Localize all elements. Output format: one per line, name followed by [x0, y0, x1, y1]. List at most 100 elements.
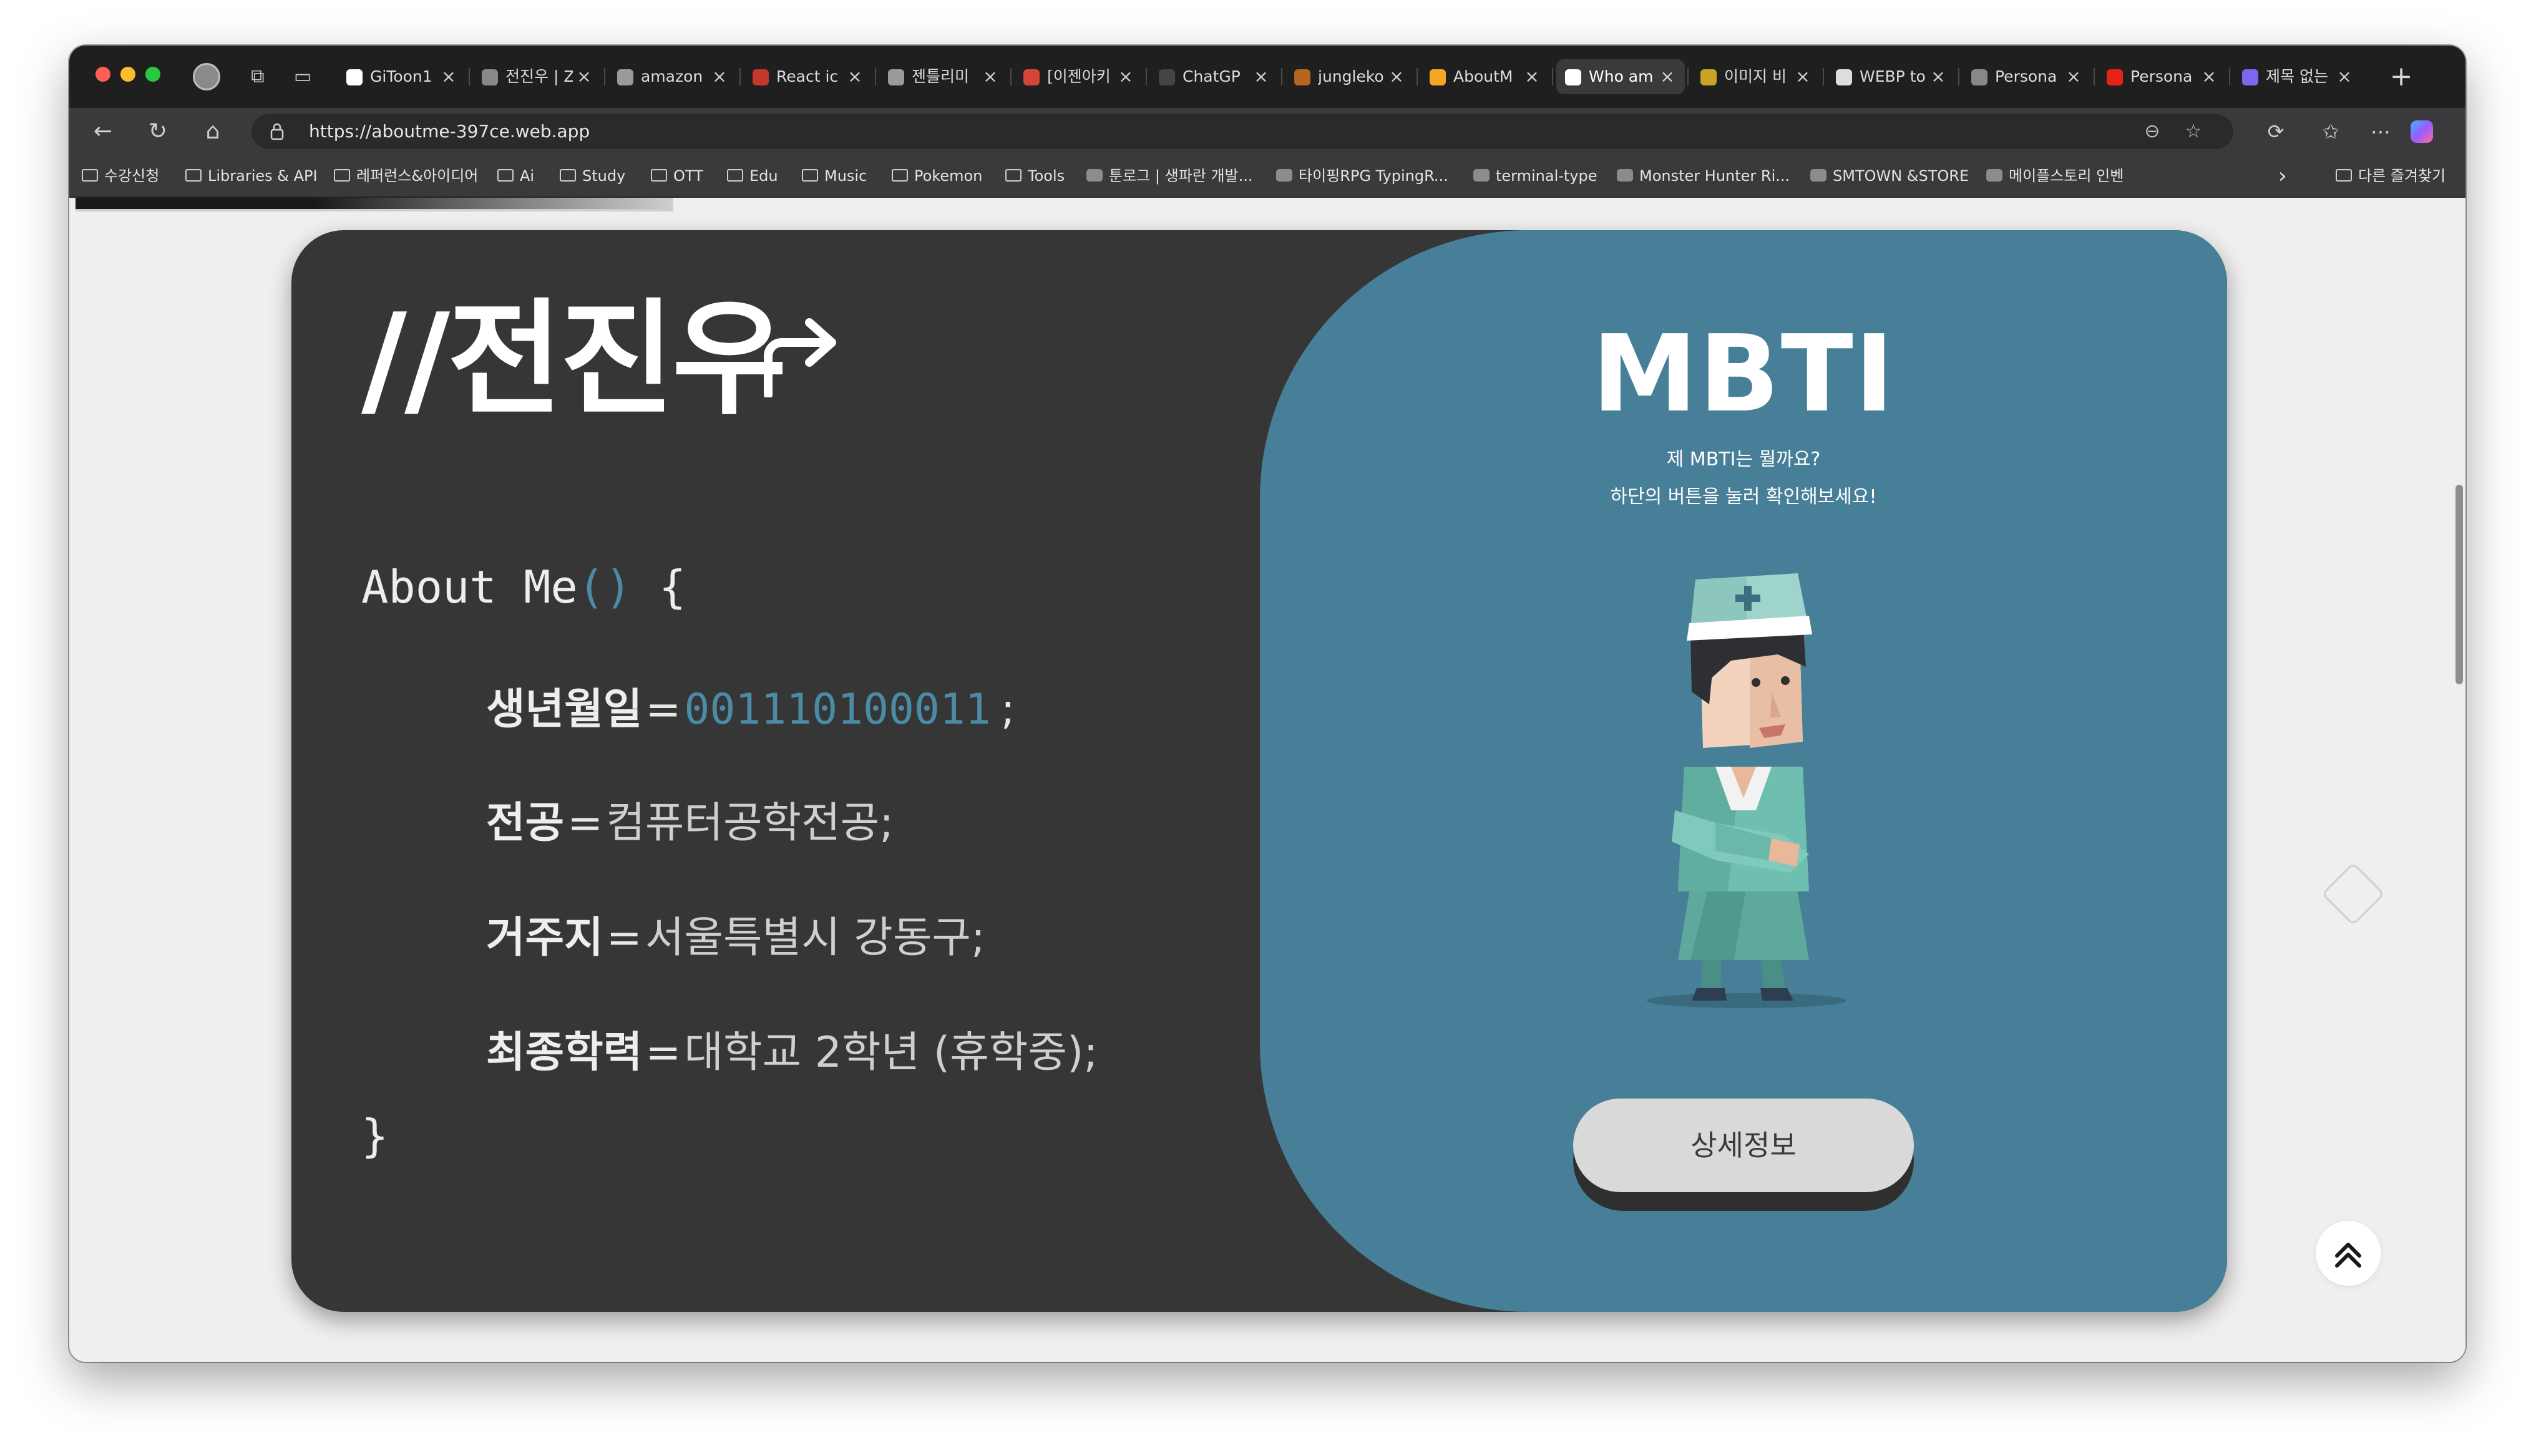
close-tab-icon[interactable]: ×	[1523, 59, 1541, 94]
bookmark-11[interactable]: 타이핑RPG TypingR...	[1276, 155, 1448, 197]
bookmark-0[interactable]: 수강신청	[82, 155, 159, 197]
close-tab-icon[interactable]: ×	[2065, 59, 2082, 94]
copilot-icon[interactable]	[2411, 120, 2433, 143]
close-tab-icon[interactable]: ×	[982, 59, 999, 94]
doc-icon	[2242, 69, 2258, 85]
scrollbar-thumb[interactable]	[2456, 485, 2463, 684]
tab-title: [이젠아키	[1047, 67, 1111, 85]
jungle-icon	[1294, 69, 1310, 85]
tab-8[interactable]: AboutM ×	[1421, 59, 1549, 94]
about-row-value: 001110100011	[684, 685, 991, 734]
about-parens: ()	[577, 561, 632, 613]
bookmark-4[interactable]: Study	[560, 155, 625, 197]
close-tab-icon[interactable]: ×	[575, 59, 593, 94]
close-tab-icon[interactable]: ×	[1929, 59, 1947, 94]
sidebar-toggle-icon[interactable]: ▭	[290, 64, 315, 89]
tab-title: AboutM	[1453, 67, 1513, 85]
folder-icon	[185, 169, 202, 182]
zoom-window-button[interactable]	[145, 67, 160, 82]
scroll-to-top-button[interactable]	[2316, 1221, 2381, 1286]
folder-icon	[82, 169, 98, 182]
vertical-scrollbar[interactable]	[2453, 198, 2465, 1362]
extensions-icon[interactable]: ⟳	[2261, 117, 2291, 147]
bookmark-1[interactable]: Libraries & API	[185, 155, 318, 197]
close-tab-icon[interactable]: ×	[1794, 59, 1812, 94]
tab-9[interactable]: Who am ×	[1556, 59, 1685, 94]
close-window-button[interactable]	[95, 67, 110, 82]
tab-5[interactable]: [이젠아키 ×	[1015, 59, 1143, 94]
about-close-brace: }	[361, 1110, 389, 1162]
bookmark-8[interactable]: Pokemon	[892, 155, 982, 197]
bookmark-15[interactable]: 메이플스토리 인벤	[1986, 155, 2124, 197]
close-tab-icon[interactable]: ×	[440, 59, 457, 94]
close-tab-icon[interactable]: ×	[711, 59, 728, 94]
url-text[interactable]: https://aboutme-397ce.web.app	[309, 114, 590, 149]
favorites-icon[interactable]: ✩	[2316, 117, 2346, 147]
tab-6[interactable]: ChatGP ×	[1150, 59, 1279, 94]
close-tab-icon[interactable]: ×	[1388, 59, 1405, 94]
top-strip	[76, 198, 673, 211]
tab-11[interactable]: WEBP to ×	[1827, 59, 1956, 94]
tab-13[interactable]: Persona ×	[2098, 59, 2226, 94]
more-icon[interactable]: ⋯	[2366, 117, 2396, 147]
tab-4[interactable]: 젠틀리미 ×	[879, 59, 1008, 94]
reader-icon[interactable]: ⊖	[2140, 119, 2165, 144]
bookmark-label: 레퍼런스&아이디어	[356, 167, 479, 185]
other-bookmarks-folder[interactable]: 다른 즐겨찾기	[2336, 155, 2446, 197]
home-icon[interactable]: ⌂	[198, 117, 228, 147]
bookmark-10[interactable]: 툰로그 | 생파란 개발...	[1086, 155, 1253, 197]
bookmark-5[interactable]: OTT	[651, 155, 703, 197]
close-tab-icon[interactable]: ×	[1659, 59, 1676, 94]
about-row-key: 거주지	[486, 913, 603, 963]
bookmark-3[interactable]: Ai	[497, 155, 534, 197]
tab-1[interactable]: 전진우 | Z ×	[473, 59, 602, 94]
bookmark-9[interactable]: Tools	[1005, 155, 1065, 197]
minimize-window-button[interactable]	[120, 67, 135, 82]
new-tab-button[interactable]: +	[2384, 61, 2418, 94]
close-tab-icon[interactable]: ×	[1252, 59, 1270, 94]
star-icon[interactable]: ☆	[2181, 119, 2206, 144]
tab-title: 전진우 | Z	[505, 67, 573, 85]
tab-separator	[739, 68, 741, 85]
mbti-title: MBTI	[1592, 313, 1895, 436]
address-bar[interactable]: https://aboutme-397ce.web.app ⊖ ☆	[251, 114, 2233, 149]
mbti-panel: MBTI 제 MBTI는 뭘까요? 하단의 버튼을 눌러 확인해보세요! 상세정…	[1260, 230, 2227, 1312]
bookmarks-bar: › 다른 즐겨찾기 수강신청 Libraries & API 레퍼런스&아이디어 Ai…	[69, 155, 2465, 198]
close-tab-icon[interactable]: ×	[2200, 59, 2218, 94]
tab-title: ChatGP	[1183, 67, 1241, 85]
about-signature: About Me() {	[361, 561, 686, 613]
profile-avatar[interactable]	[193, 63, 220, 90]
tab-title: 제목 없는	[2266, 67, 2328, 85]
tab-7[interactable]: jungleko ×	[1285, 59, 1414, 94]
close-tab-icon[interactable]: ×	[2336, 59, 2353, 94]
reload-icon[interactable]: ↻	[143, 117, 173, 147]
bookmark-label: Libraries & API	[208, 167, 318, 185]
bookmark-7[interactable]: Music	[802, 155, 867, 197]
diamond-icon	[2321, 862, 2385, 926]
folder-icon	[727, 169, 743, 182]
bookmark-12[interactable]: terminal-type	[1473, 155, 1597, 197]
about-row-value: 서울특별시 강동구;	[645, 913, 985, 963]
tab-10[interactable]: 이미지 비 ×	[1692, 59, 1820, 94]
about-row-operator: =	[606, 913, 642, 963]
tab-2[interactable]: amazon ×	[608, 59, 737, 94]
bookmark-6[interactable]: Edu	[727, 155, 778, 197]
detail-button[interactable]: 상세정보	[1573, 1099, 1914, 1192]
bookmark-label: Monster Hunter Ri...	[1639, 167, 1790, 185]
bookmark-2[interactable]: 레퍼런스&아이디어	[334, 155, 478, 197]
tab-12[interactable]: Persona ×	[1963, 59, 2091, 94]
bookmark-13[interactable]: Monster Hunter Ri...	[1617, 155, 1790, 197]
workspaces-icon[interactable]: ⧉	[245, 64, 270, 89]
close-tab-icon[interactable]: ×	[846, 59, 864, 94]
bookmarks-overflow-button[interactable]: ›	[2278, 155, 2287, 197]
close-tab-icon[interactable]: ×	[1117, 59, 1134, 94]
site-favicon-icon	[1617, 169, 1633, 182]
bookmark-14[interactable]: SMTOWN &STORE	[1810, 155, 1969, 197]
back-icon[interactable]: ←	[88, 117, 118, 147]
tab-3[interactable]: React ic ×	[744, 59, 872, 94]
tab-separator	[1281, 68, 1282, 85]
bookmark-label: 수강신청	[104, 167, 160, 185]
tab-14[interactable]: 제목 없는 ×	[2233, 59, 2362, 94]
tab-0[interactable]: GiToon1 ×	[338, 59, 466, 94]
tab-separator	[1823, 68, 1824, 85]
